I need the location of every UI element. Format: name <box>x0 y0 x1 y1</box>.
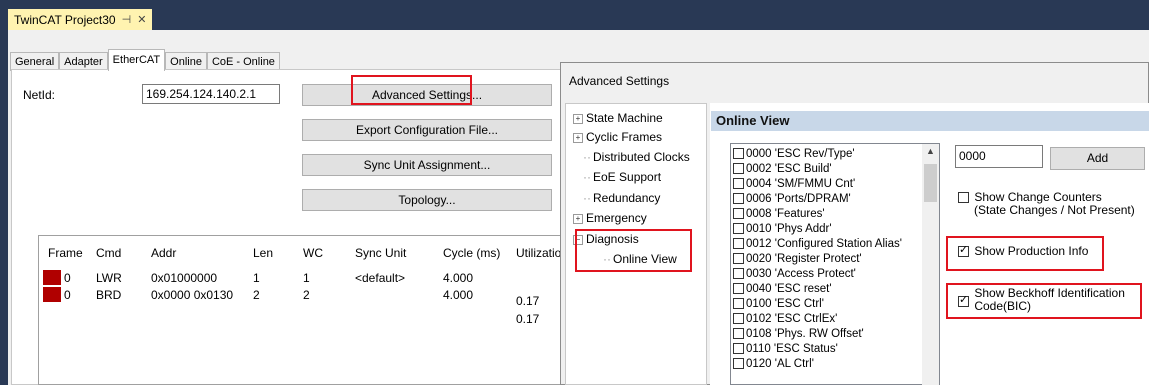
register-checkbox[interactable] <box>733 328 744 339</box>
frame-color-marker <box>43 287 61 302</box>
advanced-settings-highlight <box>351 75 472 105</box>
register-item[interactable]: 0040 'ESC reset' <box>733 283 832 295</box>
register-checkbox[interactable] <box>733 253 744 264</box>
topology-button[interactable]: Topology... <box>302 189 552 211</box>
register-item[interactable]: 0110 'ESC Status' <box>733 343 838 355</box>
tree-item-emergency[interactable]: + Emergency <box>573 211 647 225</box>
column-header-sync-unit[interactable]: Sync Unit <box>355 246 406 260</box>
scroll-up-icon[interactable]: ▲ <box>922 146 939 160</box>
cell-frame: 0 <box>64 271 71 285</box>
cell-wc: 2 <box>303 288 310 302</box>
tree-item-redundancy[interactable]: ·· Redundancy <box>583 191 660 205</box>
cell-addr: 0x01000000 <box>151 271 218 285</box>
register-checkbox[interactable] <box>733 208 744 219</box>
register-checkbox[interactable] <box>733 298 744 309</box>
cell-addr: 0x0000 0x0130 <box>151 288 234 302</box>
register-checkbox[interactable] <box>733 193 744 204</box>
tree-item-eoe-support[interactable]: ·· EoE Support <box>583 170 661 184</box>
pin-icon[interactable]: ⊣ <box>122 13 132 26</box>
close-icon[interactable]: ✕ <box>137 13 146 26</box>
cell-sync-unit: <default> <box>355 271 406 285</box>
document-tab-bar <box>0 0 1149 30</box>
register-checkbox[interactable] <box>733 343 744 354</box>
cell-cmd: BRD <box>96 288 122 302</box>
cell-utilization: 0.17 <box>516 312 540 326</box>
cell-len: 1 <box>253 271 260 285</box>
column-header-len[interactable]: Len <box>253 246 273 260</box>
register-item[interactable]: 0030 'Access Protect' <box>733 268 856 280</box>
register-checkbox[interactable] <box>733 148 744 159</box>
expand-icon[interactable]: + <box>573 132 583 143</box>
column-header-utilization[interactable]: Utilizatio <box>516 246 561 260</box>
cell-utilization: 0.17 <box>516 294 540 308</box>
register-input[interactable]: 0000 <box>955 145 1043 168</box>
tree-item-state-machine[interactable]: + State Machine <box>573 111 663 125</box>
document-tab[interactable]: TwinCAT Project30 ⊣ ✕ <box>8 9 153 30</box>
register-item[interactable]: 0006 'Ports/DPRAM' <box>733 193 851 205</box>
cell-cycle: 4.000 <box>443 288 474 302</box>
register-item[interactable]: 0000 'ESC Rev/Type' <box>733 148 855 160</box>
scroll-thumb[interactable] <box>924 164 937 202</box>
cell-frame: 0 <box>64 288 71 302</box>
cell-wc: 1 <box>303 271 310 285</box>
netid-label: NetId: <box>23 88 56 102</box>
register-checkbox[interactable] <box>733 178 744 189</box>
device-tabs: General Adapter EtherCAT Online CoE - On… <box>10 49 280 71</box>
register-item[interactable]: 0010 'Phys Addr' <box>733 223 832 235</box>
tree-item-cyclic-frames[interactable]: + Cyclic Frames <box>573 130 662 144</box>
register-item[interactable]: 0102 'ESC CtrlEx' <box>733 313 837 325</box>
dialog-title: Advanced Settings <box>569 74 670 88</box>
export-configuration-button[interactable]: Export Configuration File... <box>302 119 552 141</box>
show-change-counters-option[interactable]: Show Change Counters (State Changes / No… <box>958 191 1135 217</box>
column-header-cycle[interactable]: Cycle (ms) <box>443 246 500 260</box>
tab-ethercat[interactable]: EtherCAT <box>107 49 166 71</box>
expand-icon[interactable]: + <box>573 213 583 224</box>
show-change-counters-checkbox[interactable] <box>958 192 969 203</box>
document-tab-title: TwinCAT Project30 <box>14 12 116 27</box>
register-checkbox[interactable] <box>733 358 744 369</box>
register-item[interactable]: 0100 'ESC Ctrl' <box>733 298 824 310</box>
tree-item-distributed-clocks[interactable]: ·· Distributed Clocks <box>583 150 690 164</box>
register-item[interactable]: 0012 'Configured Station Alias' <box>733 238 902 250</box>
column-header-frame[interactable]: Frame <box>48 246 83 260</box>
cell-cycle: 4.000 <box>443 271 474 285</box>
online-view-title: Online View <box>711 111 1149 131</box>
frame-color-marker <box>43 270 61 285</box>
bic-highlight <box>946 283 1142 319</box>
column-header-cmd[interactable]: Cmd <box>96 246 121 260</box>
sync-unit-assignment-button[interactable]: Sync Unit Assignment... <box>302 154 552 176</box>
register-checkbox[interactable] <box>733 313 744 324</box>
netid-field[interactable]: 169.254.124.140.2.1 <box>142 84 280 104</box>
register-checkbox[interactable] <box>733 283 744 294</box>
register-item[interactable]: 0108 'Phys. RW Offset' <box>733 328 864 340</box>
register-item[interactable]: 0020 'Register Protect' <box>733 253 862 265</box>
register-item[interactable]: 0008 'Features' <box>733 208 825 220</box>
register-item[interactable]: 0004 'SM/FMMU Cnt' <box>733 178 855 190</box>
register-checkbox[interactable] <box>733 163 744 174</box>
register-checkbox[interactable] <box>733 223 744 234</box>
register-checkbox[interactable] <box>733 268 744 279</box>
production-info-highlight <box>946 236 1104 271</box>
register-item[interactable]: 0002 'ESC Build' <box>733 163 832 175</box>
column-header-wc[interactable]: WC <box>303 246 323 260</box>
register-item[interactable]: 0120 'AL Ctrl' <box>733 358 814 370</box>
online-view-highlight <box>575 229 692 272</box>
cell-len: 2 <box>253 288 260 302</box>
add-button[interactable]: Add <box>1050 147 1145 170</box>
cell-cmd: LWR <box>96 271 122 285</box>
register-checkbox[interactable] <box>733 238 744 249</box>
column-header-addr[interactable]: Addr <box>151 246 176 260</box>
expand-icon[interactable]: + <box>573 113 583 124</box>
